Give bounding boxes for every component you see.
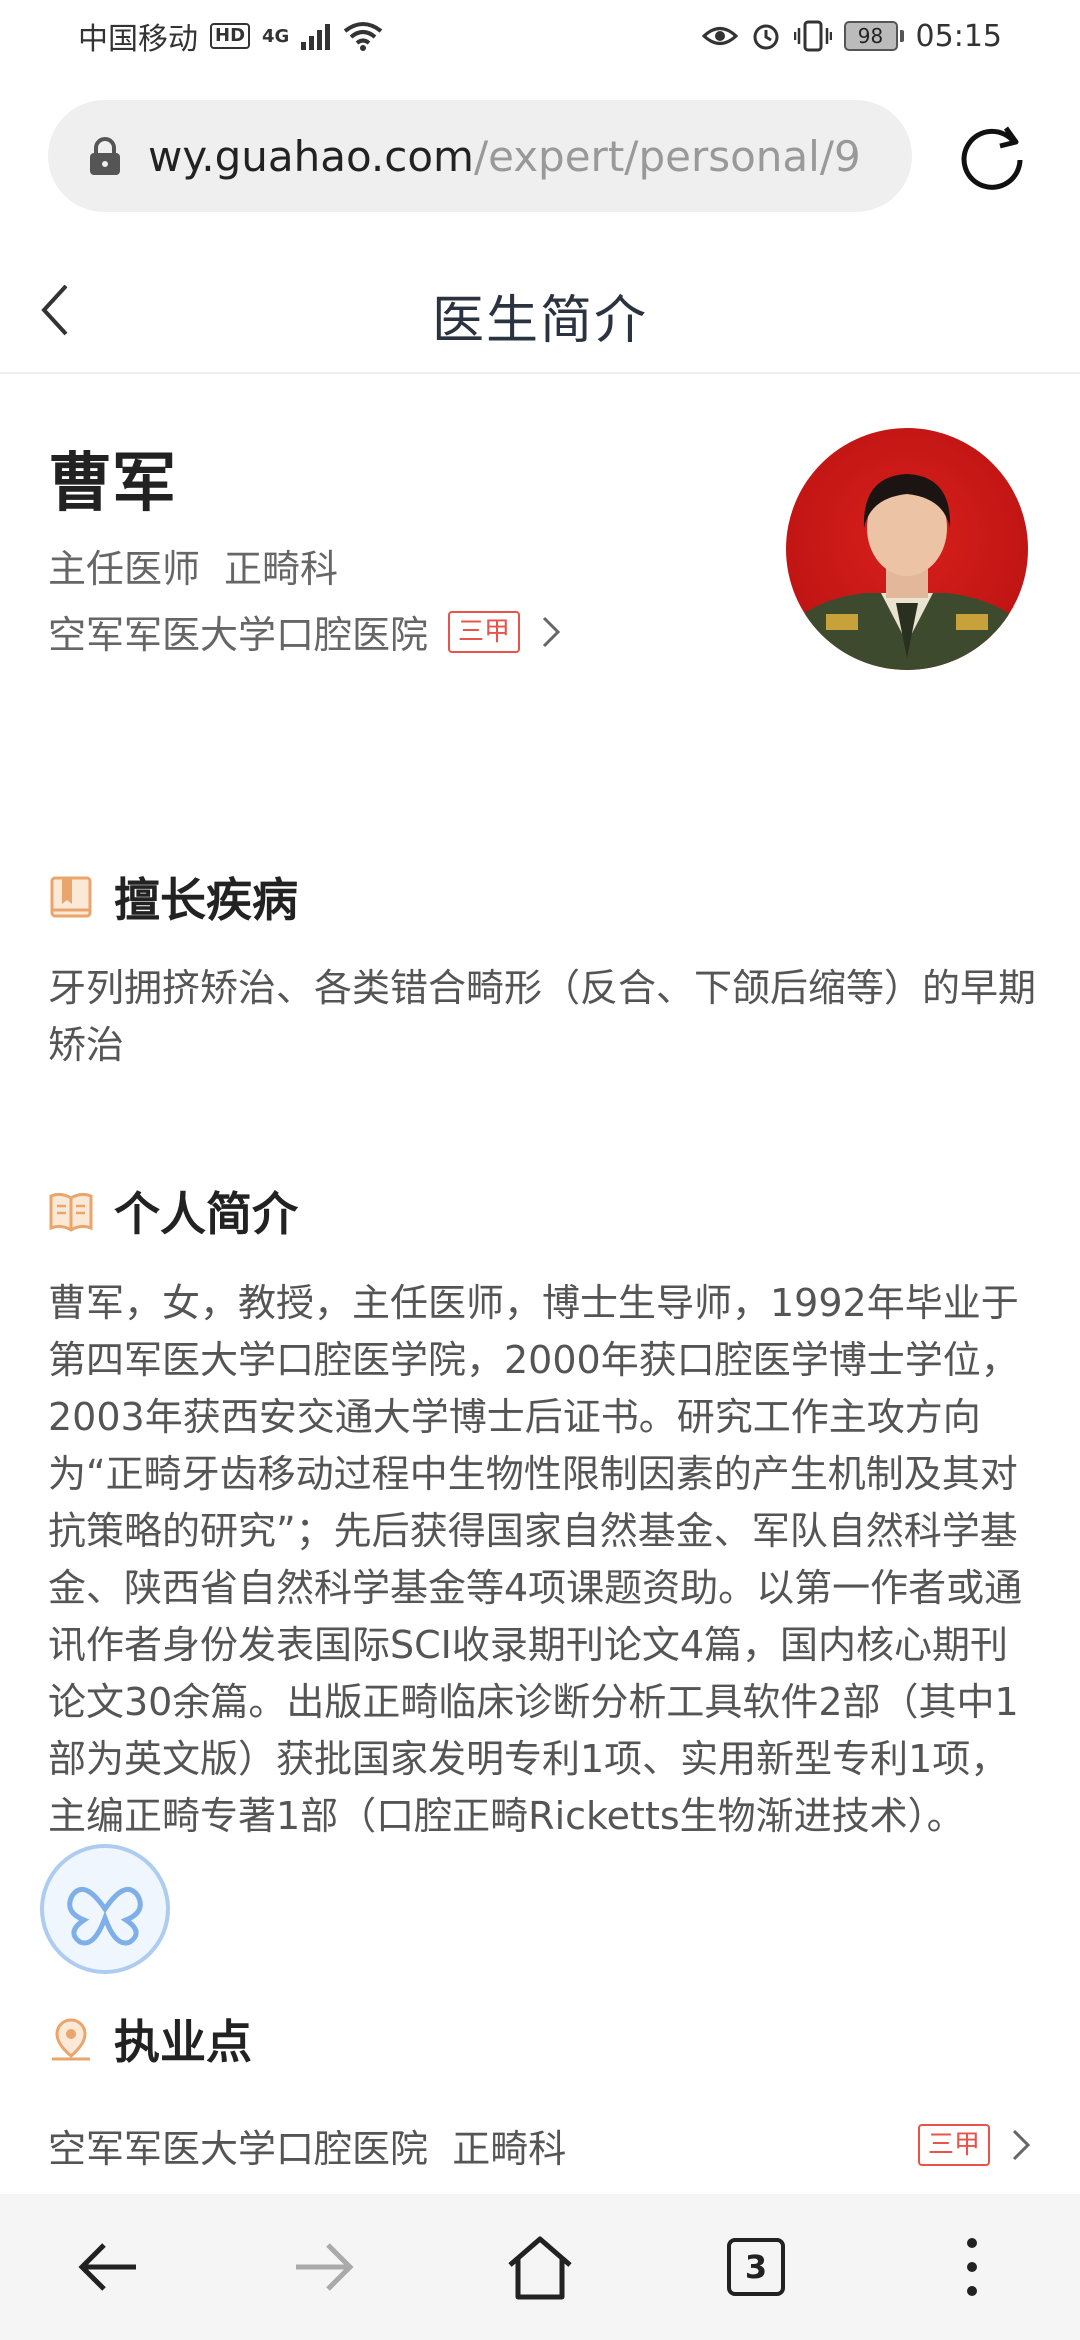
doctor-name: 曹军 — [48, 447, 176, 521]
nav-forward-button[interactable] — [274, 2217, 374, 2317]
battery-icon: 98 — [843, 21, 904, 51]
nav-back-button[interactable] — [58, 2217, 158, 2317]
url-path: /expert/personal/9 — [473, 131, 861, 181]
status-bar: 中国移动 HD 4G 98 05:15 — [0, 0, 1080, 72]
url-host: wy.guahao.com — [148, 131, 474, 181]
specialty-title: 擅长疾病 — [114, 873, 298, 927]
bottom-nav: 3 — [0, 2194, 1080, 2340]
battery-tip — [899, 30, 904, 42]
nav-home-button[interactable] — [490, 2217, 590, 2317]
chevron-right-icon — [542, 616, 561, 647]
hd-icon: HD — [210, 23, 251, 49]
hospital-link[interactable]: 空军军医大学口腔医院 三甲 — [48, 604, 562, 659]
open-book-icon — [49, 1192, 93, 1232]
hospital-name: 空军军医大学口腔医院 — [48, 613, 429, 657]
nav-menu-button[interactable] — [922, 2217, 1022, 2317]
carrier-label: 中国移动 — [78, 22, 198, 57]
page: 中国移动 HD 4G 98 05:15 wy.guahao.com /exper… — [0, 0, 1080, 2340]
practice-hospital: 空军军医大学口腔医院 — [48, 2126, 429, 2171]
practice-location-item[interactable]: 空军军医大学口腔医院 正畸科 三甲 — [48, 2118, 1032, 2172]
location-pin-icon — [52, 2018, 90, 2061]
eye-comfort-icon — [701, 27, 738, 45]
lock-icon — [90, 137, 120, 175]
profile-header: 个人简介 — [48, 1178, 298, 1244]
specialty-text: 牙列拥挤矫治、各类错合畸形（反合、下颌后缩等）的早期矫治 — [48, 966, 1037, 1067]
avatar-portrait — [786, 474, 1028, 670]
wifi-icon — [344, 22, 383, 51]
profile-text: 曹军，女，教授，主任医师，博士生导师，1992年毕业于第四军医大学口腔医学院，2… — [48, 1281, 1023, 1838]
alarm-icon — [753, 24, 779, 50]
address-bar: wy.guahao.com/expert/personal/9 — [0, 96, 1080, 216]
more-vertical-icon — [967, 2238, 977, 2296]
butterfly-icon — [67, 1886, 143, 1946]
doctor-department: 正畸科 — [224, 547, 339, 591]
practice-location-text: 空军军医大学口腔医院 正畸科 — [48, 2118, 566, 2173]
reload-icon[interactable] — [956, 120, 1028, 192]
doctor-position: 主任医师 — [48, 547, 201, 591]
profile-title: 个人简介 — [114, 1187, 298, 1241]
book-icon — [50, 876, 92, 918]
chevron-right-icon — [1012, 2129, 1031, 2161]
practice-department: 正畸科 — [452, 2126, 567, 2171]
practice-header: 执业点 — [48, 2006, 252, 2072]
home-icon — [508, 2236, 572, 2300]
signal-label: 4G — [262, 25, 290, 47]
title-bar: 医生简介 — [0, 248, 1080, 374]
status-left: 中国移动 HD 4G — [78, 14, 383, 58]
doctor-avatar — [786, 428, 1028, 670]
battery-level: 98 — [843, 21, 898, 51]
nav-tabs-button[interactable]: 3 — [706, 2217, 806, 2317]
page-title: 医生简介 — [431, 291, 648, 351]
tab-count: 3 — [727, 2238, 785, 2296]
doctor-title: 主任医师 正畸科 — [48, 538, 362, 593]
floating-assistant-button[interactable] — [40, 1844, 170, 1974]
practice-grade-badge: 三甲 — [917, 2124, 990, 2166]
clock: 05:15 — [915, 18, 1002, 54]
url-field[interactable]: wy.guahao.com/expert/personal/9 — [48, 100, 912, 212]
vibrate-icon — [793, 20, 832, 52]
signal-bars-icon — [301, 24, 331, 50]
status-right: 98 05:15 — [701, 18, 1002, 54]
grade-badge: 三甲 — [448, 610, 521, 653]
arrow-left-icon — [78, 2243, 136, 2291]
arrow-right-icon — [296, 2243, 354, 2291]
practice-title: 执业点 — [114, 2015, 252, 2069]
practice-location-right: 三甲 — [898, 2124, 1032, 2166]
specialty-header: 擅长疾病 — [48, 864, 298, 930]
